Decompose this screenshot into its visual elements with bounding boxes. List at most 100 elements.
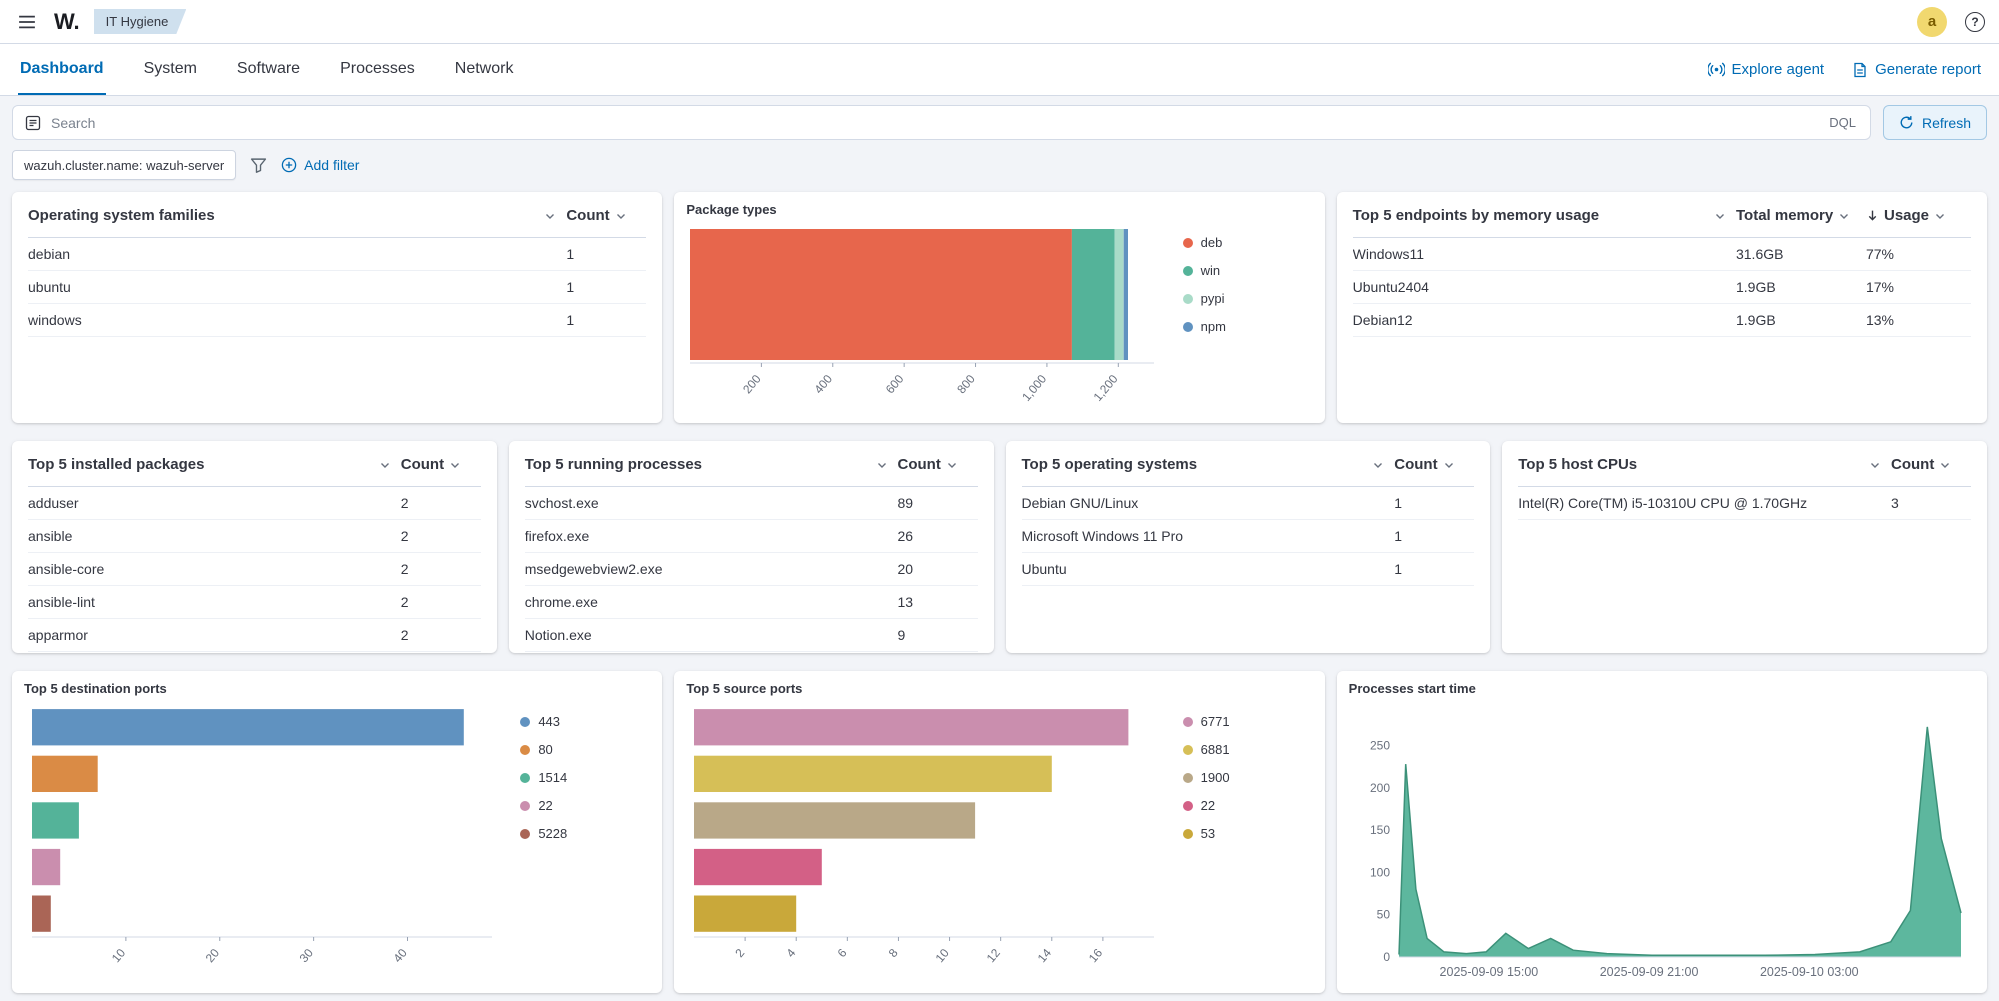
- row-label: Microsoft Windows 11 Pro: [1022, 528, 1395, 544]
- legend-item[interactable]: 5228: [520, 826, 650, 841]
- breadcrumb-it-hygiene[interactable]: IT Hygiene: [94, 9, 187, 34]
- svg-text:1,200: 1,200: [1091, 372, 1121, 404]
- search-input[interactable]: [51, 115, 1817, 131]
- legend-dot: [1183, 322, 1193, 332]
- dql-label[interactable]: DQL: [1827, 115, 1858, 130]
- chart-plot: 2004006008001,0001,200: [686, 221, 1172, 415]
- table-header: Operating system families Count: [28, 194, 646, 238]
- legend-dot: [1183, 717, 1193, 727]
- table-body: Windows1131.6GB77%Ubuntu24041.9GB17%Debi…: [1353, 238, 1971, 337]
- chevron-down-icon: [379, 459, 391, 471]
- table-row: Debian GNU/Linux1: [1022, 487, 1475, 520]
- chevron-down-icon: [615, 210, 627, 222]
- column-header-title[interactable]: Top 5 running processes: [525, 456, 898, 473]
- stacked-bar-chart-svg: 2004006008001,0001,200: [686, 221, 1172, 415]
- filter-pill[interactable]: wazuh.cluster.name: wazuh-server: [12, 150, 236, 180]
- help-icon[interactable]: ?: [1965, 12, 1985, 32]
- legend-item[interactable]: 6881: [1183, 742, 1313, 757]
- search-bar-row: DQL Refresh: [0, 96, 1999, 140]
- legend-item[interactable]: 22: [520, 798, 650, 813]
- column-header-title[interactable]: Top 5 installed packages: [28, 456, 401, 473]
- column-header-count[interactable]: Count: [1891, 456, 1971, 473]
- tab-software[interactable]: Software: [235, 44, 302, 95]
- add-filter-button[interactable]: Add filter: [281, 157, 359, 173]
- legend-label: 6881: [1201, 742, 1230, 757]
- row-label: firefox.exe: [525, 528, 898, 544]
- svg-text:200: 200: [1370, 781, 1390, 795]
- legend-item[interactable]: 80: [520, 742, 650, 757]
- table-row: msedgewebview2.exe20: [525, 553, 978, 586]
- legend-item[interactable]: 1514: [520, 770, 650, 785]
- legend-item[interactable]: pypi: [1183, 291, 1313, 306]
- table-header: Top 5 installed packages Count: [28, 443, 481, 487]
- svg-text:16: 16: [1086, 946, 1106, 965]
- table-row: windows1: [28, 304, 646, 337]
- column-header-count[interactable]: Count: [898, 456, 978, 473]
- processes-start-time-chart[interactable]: 0501001502002502025-09-09 15:002025-09-0…: [1349, 700, 1975, 985]
- tab-dashboard[interactable]: Dashboard: [18, 44, 106, 95]
- table-body: svchost.exe89firefox.exe26msedgewebview2…: [525, 487, 978, 652]
- row-label: Debian12: [1353, 312, 1736, 328]
- column-header-count[interactable]: Count: [1394, 456, 1474, 473]
- svg-text:12: 12: [984, 946, 1004, 965]
- legend-item[interactable]: 53: [1183, 826, 1313, 841]
- svg-text:4: 4: [784, 946, 799, 960]
- legend-dot: [1183, 294, 1193, 304]
- legend-dot: [1183, 829, 1193, 839]
- row-value: 2: [401, 495, 481, 511]
- legend-item[interactable]: 1900: [1183, 770, 1313, 785]
- legend-item[interactable]: npm: [1183, 319, 1313, 334]
- hamburger-menu-button[interactable]: [14, 9, 40, 35]
- sort-down-icon: [1866, 209, 1879, 222]
- row-value: 1: [1394, 495, 1474, 511]
- svg-text:400: 400: [812, 372, 836, 397]
- tab-processes[interactable]: Processes: [338, 44, 417, 95]
- legend-dot: [1183, 745, 1193, 755]
- destination-ports-chart[interactable]: 10203040443801514225228: [24, 700, 650, 985]
- table-row: debian1: [28, 238, 646, 271]
- legend-item[interactable]: 6771: [1183, 714, 1313, 729]
- tab-network[interactable]: Network: [453, 44, 516, 95]
- legend-label: 5228: [538, 826, 567, 841]
- legend-dot: [1183, 773, 1193, 783]
- generate-report-button[interactable]: Generate report: [1852, 61, 1981, 78]
- row-value: 31.6GB: [1736, 246, 1866, 262]
- svg-text:14: 14: [1035, 946, 1055, 965]
- column-header-title[interactable]: Top 5 endpoints by memory usage: [1353, 207, 1736, 224]
- row-label: windows: [28, 312, 566, 328]
- package-types-chart[interactable]: 2004006008001,0001,200 deb win pypi npm: [686, 221, 1312, 415]
- table-row: Windows1131.6GB77%: [1353, 238, 1971, 271]
- chart-legend: deb win pypi npm: [1173, 221, 1313, 415]
- refresh-button[interactable]: Refresh: [1883, 105, 1987, 140]
- column-header-title[interactable]: Top 5 host CPUs: [1518, 456, 1891, 473]
- row-value: 13%: [1866, 312, 1971, 328]
- filter-funnel-icon[interactable]: [250, 157, 267, 174]
- legend-item[interactable]: 22: [1183, 798, 1313, 813]
- search-box[interactable]: DQL: [12, 105, 1871, 140]
- column-header-total-memory[interactable]: Total memory: [1736, 207, 1866, 224]
- chevron-down-icon: [946, 459, 958, 471]
- tab-system[interactable]: System: [142, 44, 199, 95]
- column-header-count[interactable]: Count: [401, 456, 481, 473]
- row-label: Windows11: [1353, 246, 1736, 262]
- legend-label: 22: [1201, 798, 1215, 813]
- avatar[interactable]: a: [1917, 7, 1947, 37]
- column-header-title[interactable]: Operating system families: [28, 207, 566, 224]
- column-header-usage[interactable]: Usage: [1866, 207, 1971, 224]
- legend-label: 22: [538, 798, 552, 813]
- legend-item[interactable]: win: [1183, 263, 1313, 278]
- table-row: chrome.exe13: [525, 586, 978, 619]
- table-row: Notion.exe9: [525, 619, 978, 652]
- column-header-title[interactable]: Top 5 operating systems: [1022, 456, 1395, 473]
- row-label: Ubuntu2404: [1353, 279, 1736, 295]
- panel-running-processes: Top 5 running processes Count svchost.ex…: [509, 441, 994, 653]
- wazuh-logo[interactable]: W.: [54, 9, 80, 35]
- explore-agent-button[interactable]: Explore agent: [1708, 61, 1825, 78]
- source-ports-chart[interactable]: 2468101214166771688119002253: [686, 700, 1312, 985]
- saved-queries-icon[interactable]: [25, 115, 41, 131]
- legend-label: pypi: [1201, 291, 1225, 306]
- legend-item[interactable]: deb: [1183, 235, 1313, 250]
- legend-label: npm: [1201, 319, 1226, 334]
- column-header-count[interactable]: Count: [566, 207, 646, 224]
- legend-item[interactable]: 443: [520, 714, 650, 729]
